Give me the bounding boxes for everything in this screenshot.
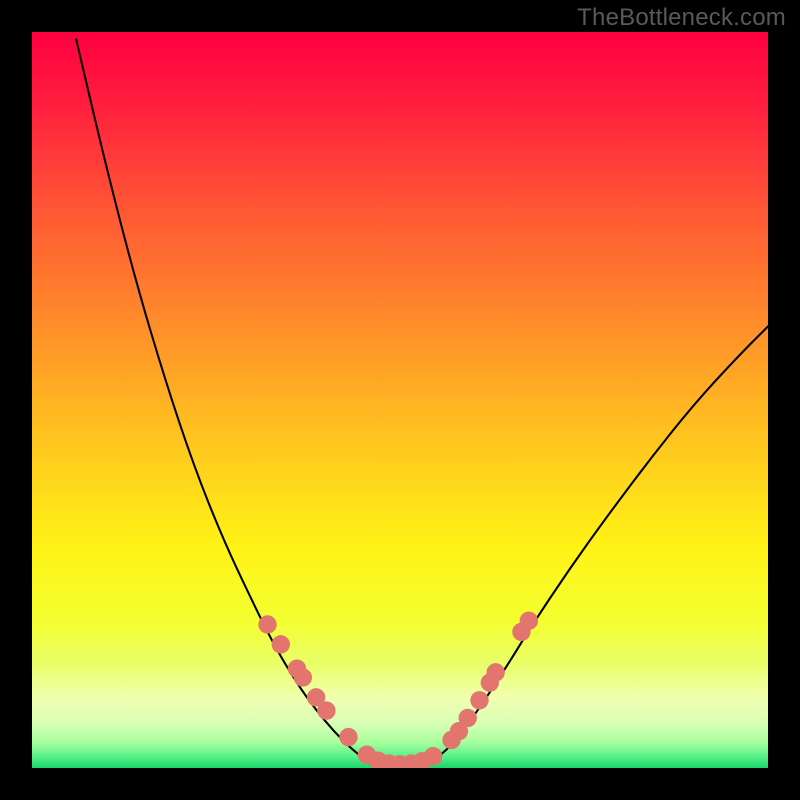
marker-point bbox=[520, 612, 538, 630]
marker-point bbox=[339, 728, 357, 746]
marker-point bbox=[424, 747, 442, 765]
plot-svg bbox=[32, 32, 768, 768]
marker-point bbox=[486, 663, 504, 681]
marker-point bbox=[470, 691, 488, 709]
marker-point bbox=[272, 635, 290, 653]
plot-area bbox=[32, 32, 768, 768]
marker-point bbox=[294, 668, 312, 686]
watermark-text: TheBottleneck.com bbox=[577, 4, 786, 32]
gradient-background bbox=[32, 32, 768, 768]
marker-point bbox=[459, 709, 477, 727]
chart-frame: TheBottleneck.com bbox=[0, 0, 800, 800]
marker-point bbox=[258, 615, 276, 633]
marker-point bbox=[317, 701, 335, 719]
